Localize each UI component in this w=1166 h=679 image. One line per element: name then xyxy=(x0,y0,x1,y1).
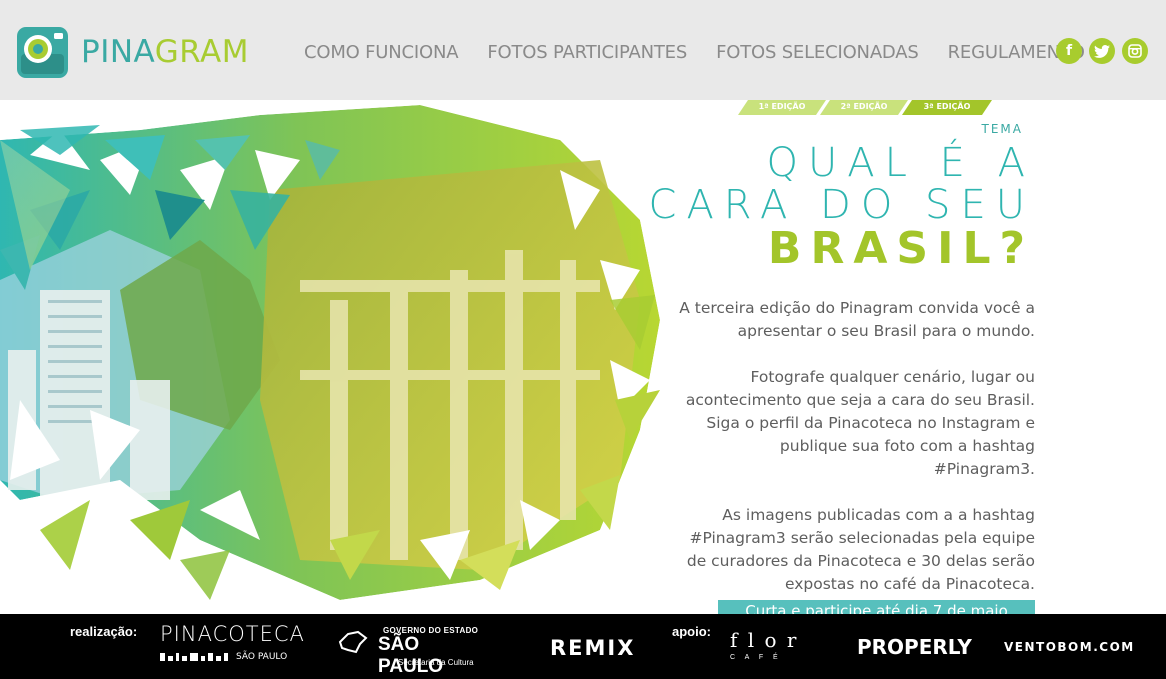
page: { "colors": { "accent_teal": "#3aa9a3", … xyxy=(0,0,1166,679)
description-paragraph-1: A terceira edição do Pinagram convida vo… xyxy=(679,299,1035,340)
edition-tab-1-label: 1ª EDIÇÃO xyxy=(758,102,806,111)
ventobom-logo[interactable]: VENTOBOM.COM xyxy=(1004,640,1135,654)
pinacoteca-name: PINACOTECA xyxy=(160,622,305,646)
flor-name: f l o r xyxy=(730,628,799,652)
hero-collage-image xyxy=(0,100,700,615)
realizacao-label: realização: xyxy=(70,624,138,639)
apoio-label: apoio: xyxy=(672,624,711,639)
tema-label: TEMA xyxy=(981,122,1023,136)
pinacoteca-pattern-icon xyxy=(160,653,228,661)
instagram-icon[interactable] xyxy=(1122,38,1148,64)
nav-fotos-selecionadas[interactable]: FOTOS SELECIONADAS xyxy=(716,42,919,66)
edition-tab-3[interactable]: 3ª EDIÇÃO xyxy=(902,100,992,115)
instagram-glyph-icon xyxy=(1128,44,1142,58)
governo-map-icon xyxy=(338,630,368,654)
main-nav: COMO FUNCIONA FOTOS PARTICIPANTES FOTOS … xyxy=(304,42,1085,66)
flor-sub: C A F É xyxy=(730,654,782,661)
twitter-bird-icon xyxy=(1094,44,1110,58)
pinagram-logo[interactable]: PINAGRAM xyxy=(16,24,256,80)
social-links: f xyxy=(1056,38,1148,64)
flor-cafe-logo[interactable]: f l o r C A F É xyxy=(730,628,830,661)
nav-como-funciona[interactable]: COMO FUNCIONA xyxy=(304,42,459,66)
brand-part2: GRAM xyxy=(154,33,249,70)
camera-logo-icon xyxy=(17,26,68,78)
hero-description: A terceira edição do Pinagram convida vo… xyxy=(675,297,1035,619)
header-bar: PINAGRAM COMO FUNCIONA FOTOS PARTICIPANT… xyxy=(0,0,1166,100)
governo-sp-logo[interactable]: GOVERNO DO ESTADO SÃO PAULO Secretaria d… xyxy=(338,622,488,677)
edition-tab-2-label: 2ª EDIÇÃO xyxy=(840,102,888,111)
remix-logo[interactable]: REMIX xyxy=(550,636,635,660)
pinacoteca-sub: SÃO PAULO xyxy=(236,652,288,662)
hero-headline: QUAL É A CARA DO SEU BRASIL? xyxy=(649,142,1025,272)
edition-tab-1[interactable]: 1ª EDIÇÃO xyxy=(738,100,826,115)
headline-line-1: QUAL É A xyxy=(766,140,1035,186)
nav-fotos-participantes[interactable]: FOTOS PARTICIPANTES xyxy=(487,42,687,66)
pinacoteca-sub-row: SÃO PAULO xyxy=(160,652,305,662)
description-paragraph-3: As imagens publicadas com a a hashtag #P… xyxy=(686,506,1035,593)
brand-wordmark: PINAGRAM xyxy=(81,33,249,70)
facebook-icon[interactable]: f xyxy=(1056,38,1082,64)
governo-line-2: SÃO PAULO xyxy=(378,634,444,677)
headline-line-3: BRASIL? xyxy=(767,223,1034,274)
description-paragraph-2: Fotografe qualquer cenário, lugar ou aco… xyxy=(685,368,1035,478)
edition-tab-3-label: 3ª EDIÇÃO xyxy=(923,102,971,111)
properly-logo[interactable]: PROPERLY xyxy=(857,635,972,659)
governo-line-3: Secretaria da Cultura xyxy=(398,658,474,667)
headline-line-2: CARA DO SEU xyxy=(648,182,1035,228)
sponsors-footer: realização: PINACOTECA SÃO PAULO GOVERNO… xyxy=(0,614,1166,679)
edition-tab-2[interactable]: 2ª EDIÇÃO xyxy=(820,100,908,115)
twitter-icon[interactable] xyxy=(1089,38,1115,64)
pinacoteca-logo[interactable]: PINACOTECA SÃO PAULO xyxy=(160,622,305,672)
brand-part1: PINA xyxy=(81,33,155,70)
